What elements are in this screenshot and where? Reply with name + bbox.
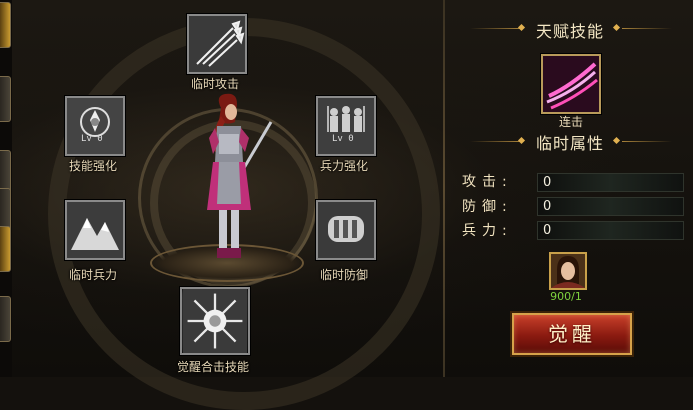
talent-skill-title: 天赋技能 [535, 22, 604, 41]
hero-character-figure [207, 93, 273, 258]
soldiers-icon [318, 98, 374, 154]
side-tab-5[interactable] [0, 226, 11, 272]
attack-label: 攻击: [462, 174, 513, 190]
temp-defense-slot[interactable] [316, 200, 376, 260]
defense-value-box: 0 [537, 197, 684, 216]
skill-enhance-level: Lv 0 [81, 134, 103, 144]
skill-enhance-slot[interactable]: Lv 0 [65, 96, 125, 156]
side-tab-6[interactable] [0, 296, 11, 342]
defense-value: 0 [543, 199, 552, 214]
mountain-icon [67, 202, 123, 258]
star-burst-icon [183, 289, 247, 353]
attack-value-box: 0 [537, 173, 684, 192]
troops-value-box: 0 [537, 221, 684, 240]
hero-avatar[interactable] [549, 252, 587, 290]
temp-attack-slot[interactable] [187, 14, 247, 74]
awakening-panel: 临时攻击 Lv 0 技能强化 Lv 0 兵力强化 临时兵力 临时防御 觉醒合击技… [0, 0, 693, 410]
attr-title-line-right [622, 141, 672, 142]
side-tab-2[interactable] [0, 76, 11, 122]
troop-enhance-label: 兵力强化 [319, 159, 368, 173]
temp-attributes-title: 临时属性 [535, 134, 604, 153]
temp-defense-label: 临时防御 [319, 268, 368, 282]
troop-enhance-slot[interactable]: Lv 0 [316, 96, 376, 156]
defense-label: 防御: [462, 199, 513, 215]
talent-skill-icon[interactable] [541, 54, 601, 114]
hero-count: 900/1 [550, 290, 582, 303]
spear-icon [189, 16, 245, 72]
troops-value: 0 [543, 223, 552, 238]
panel-divider [443, 0, 445, 377]
side-tab-1[interactable] [0, 2, 11, 48]
emblem-icon [67, 98, 123, 154]
temp-attack-label: 临时攻击 [190, 77, 239, 91]
hero-portrait-icon [551, 254, 585, 288]
troops-label: 兵力: [462, 223, 513, 239]
slash-icon [543, 56, 599, 112]
awaken-combo-slot[interactable] [180, 287, 250, 355]
title-line-right [622, 28, 672, 29]
left-tab-strip [0, 0, 12, 377]
temp-troops-slot[interactable] [65, 200, 125, 260]
awaken-button[interactable]: 觉醒 [512, 313, 632, 355]
talent-skill-name: 连击 [558, 115, 583, 129]
temp-troops-label: 临时兵力 [68, 268, 117, 282]
shield-icon [318, 202, 374, 258]
awaken-combo-label: 觉醒合击技能 [176, 360, 249, 374]
troop-enhance-level: Lv 0 [332, 134, 354, 144]
attack-value: 0 [543, 175, 552, 190]
skill-enhance-label: 技能强化 [68, 159, 117, 173]
